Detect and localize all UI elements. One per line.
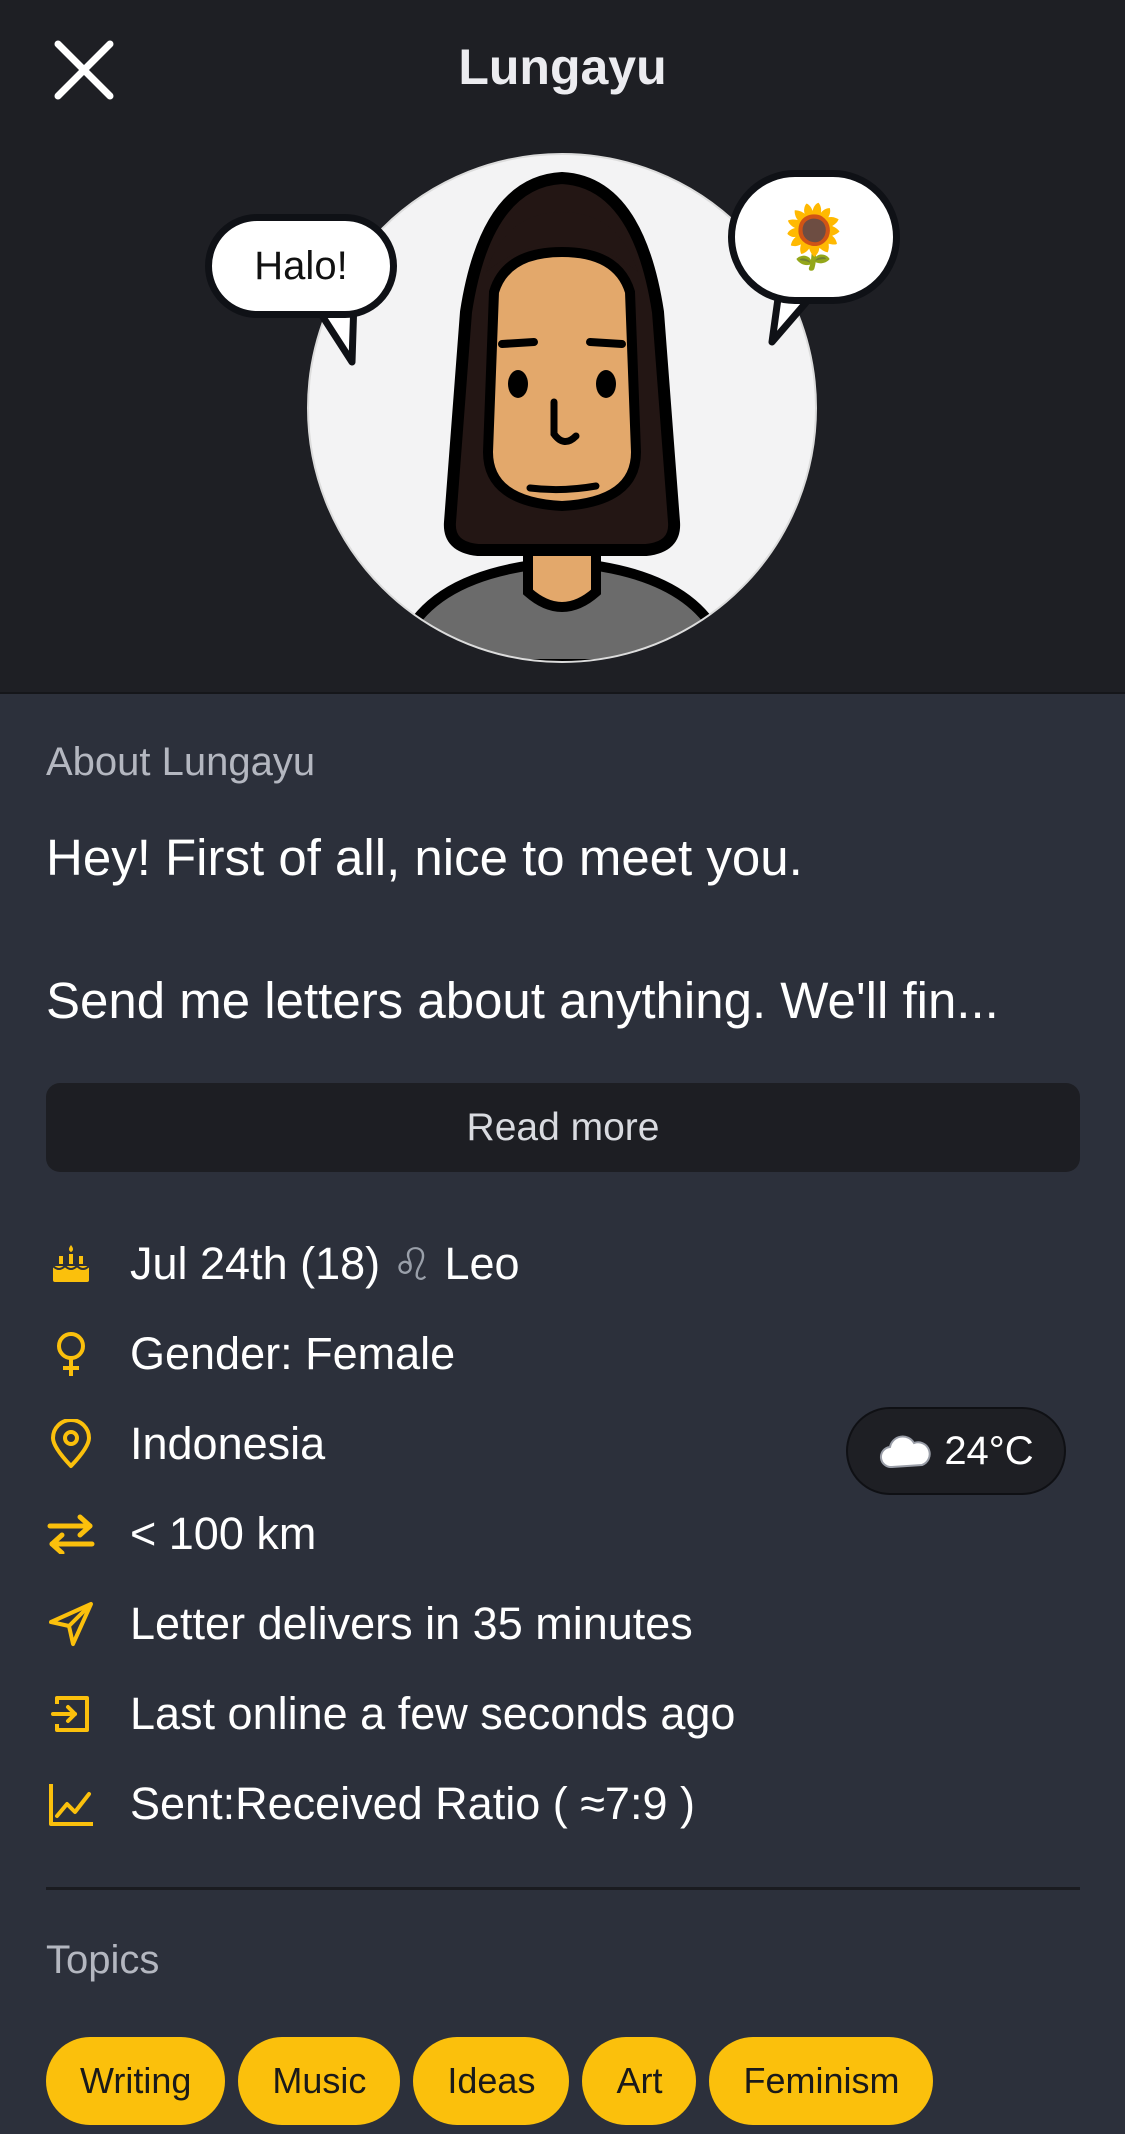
chart-line-icon (46, 1779, 96, 1829)
birthday-row: Jul 24th (18) ♌ Leo (46, 1234, 520, 1294)
gender-text: Gender: Female (130, 1328, 456, 1379)
topic-chip[interactable]: Art (582, 2037, 697, 2125)
topic-chip[interactable]: Feminism (709, 2037, 934, 2125)
read-more-button[interactable]: Read more (46, 1083, 1080, 1172)
distance-row: < 100 km (46, 1504, 316, 1564)
topic-chip[interactable]: Ideas (413, 2037, 570, 2125)
delivery-text: Letter delivers in 35 minutes (130, 1598, 693, 1649)
female-icon (46, 1329, 96, 1379)
gender-row: Gender: Female (46, 1324, 455, 1384)
profile-header: Lungayu Halo! 🌻 (0, 0, 1125, 694)
cloud-icon (880, 1435, 932, 1469)
page-title: Lungayu (458, 39, 667, 95)
login-icon (46, 1689, 96, 1739)
location-text: Indonesia (130, 1418, 326, 1469)
about-label: About Lungayu (46, 740, 316, 784)
arrows-exchange-icon (46, 1509, 96, 1559)
distance-text: < 100 km (130, 1508, 317, 1559)
send-icon (46, 1599, 96, 1649)
location-pin-icon (46, 1419, 96, 1469)
last-online-text: Last online a few seconds ago (130, 1688, 736, 1739)
topic-chip[interactable]: Music (238, 2037, 401, 2125)
delivery-row: Letter delivers in 35 minutes (46, 1594, 693, 1654)
emoji-bubble: 🌻 (728, 170, 900, 304)
ratio-row: Sent:Received Ratio ( ≈7:9 ) (46, 1774, 695, 1834)
temperature-text: 24°C (944, 1428, 1034, 1473)
about-text-line-2: Send me letters about anything. We'll fi… (46, 972, 999, 1029)
sunflower-emoji: 🌻 (775, 202, 853, 272)
topics-label: Topics (46, 1938, 160, 1982)
topic-chip[interactable]: Writing (46, 2037, 226, 2125)
topics-list: Writing Music Ideas Art Feminism (46, 2037, 934, 2125)
about-text-line-1: Hey! First of all, nice to meet you. (46, 829, 803, 886)
leo-icon: ♌ (392, 1238, 433, 1290)
ratio-text: Sent:Received Ratio ( ≈7:9 ) (130, 1778, 695, 1829)
greeting-bubble: Halo! (205, 214, 397, 318)
last-online-row: Last online a few seconds ago (46, 1684, 735, 1744)
section-divider (46, 1887, 1080, 1890)
cake-icon (46, 1239, 96, 1289)
birthday-text: Jul 24th (18) (130, 1238, 381, 1289)
weather-badge: 24°C (846, 1407, 1066, 1495)
location-row: Indonesia (46, 1414, 325, 1474)
zodiac-text: Leo (444, 1238, 520, 1289)
